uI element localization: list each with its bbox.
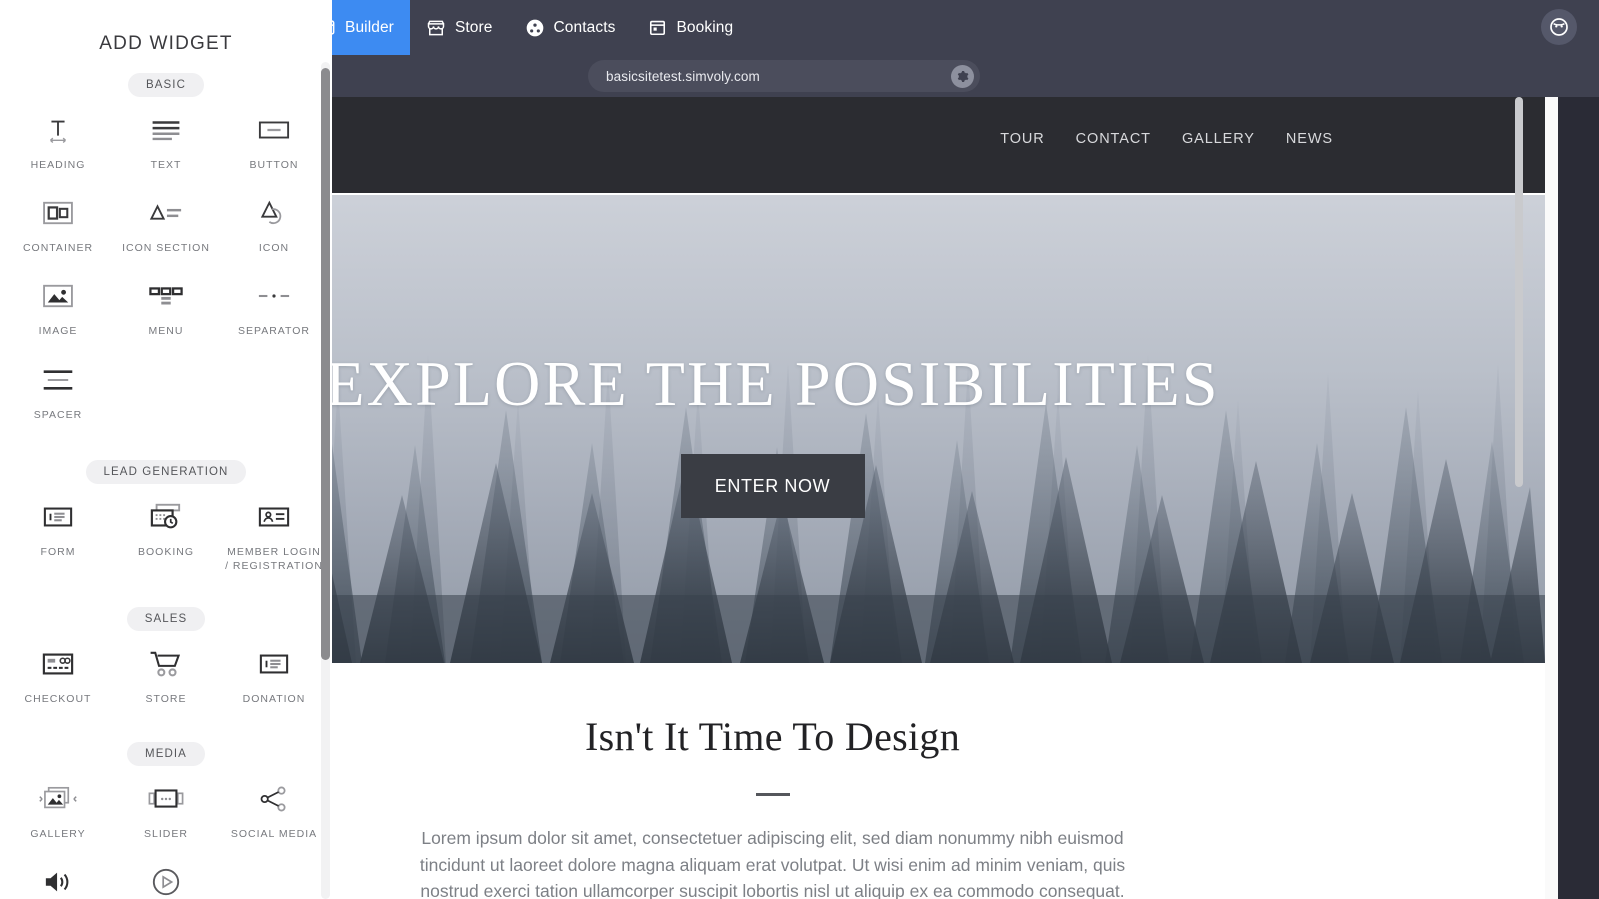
site-nav-item-contact[interactable]: CONTACT bbox=[1076, 131, 1151, 147]
group-label-lead-generation: LEAD GENERATION bbox=[85, 459, 247, 484]
preview-scrollbar-thumb[interactable] bbox=[1515, 97, 1523, 487]
widget-button[interactable]: BUTTON bbox=[220, 97, 328, 180]
shopping-cart-icon bbox=[149, 647, 183, 681]
widget-gallery-label: GALLERY bbox=[30, 828, 86, 841]
widget-booking[interactable]: BOOKING bbox=[112, 484, 220, 581]
member-login-icon bbox=[258, 500, 290, 534]
heading-icon bbox=[43, 113, 73, 147]
menu-icon bbox=[149, 279, 183, 313]
widget-video[interactable]: VIDEO bbox=[112, 849, 220, 899]
site-address-bar[interactable]: basicsitetest.simvoly.com bbox=[588, 60, 980, 92]
spacer-icon bbox=[42, 363, 74, 397]
widget-icon-label: ICON bbox=[258, 242, 290, 255]
contacts-icon bbox=[525, 18, 545, 38]
widget-spacer-label: SPACER bbox=[33, 408, 83, 421]
widget-audio[interactable]: AUDIO bbox=[4, 849, 112, 899]
hero-cta-button[interactable]: ENTER NOW bbox=[680, 454, 865, 518]
widget-menu-label: MENU bbox=[148, 325, 184, 338]
widget-social-media[interactable]: SOCIAL MEDIA bbox=[220, 766, 328, 849]
section-rule bbox=[755, 793, 790, 796]
widget-grid-sales: CHECKOUT STORE DONATION bbox=[0, 631, 332, 714]
credit-card-icon bbox=[42, 647, 74, 681]
tab-booking[interactable]: Booking bbox=[631, 0, 749, 55]
button-icon bbox=[258, 113, 290, 147]
widget-grid-basic: HEADING TEXT BUTTON CONTAINER ICON SECTI… bbox=[0, 97, 332, 430]
site-nav-menu: TOUR CONTACT GALLERY NEWS bbox=[1000, 131, 1333, 147]
widget-text-label: TEXT bbox=[150, 159, 182, 171]
widget-gallery[interactable]: GALLERY bbox=[4, 766, 112, 849]
widget-spacer[interactable]: SPACER bbox=[4, 347, 112, 430]
widget-image-label: IMAGE bbox=[38, 325, 78, 338]
widget-icon-section-label: ICON SECTION bbox=[122, 242, 210, 255]
panel-scrollbar-thumb[interactable] bbox=[321, 68, 330, 660]
widget-heading[interactable]: HEADING bbox=[4, 97, 112, 180]
share-nodes-icon bbox=[259, 782, 289, 816]
tab-booking-label: Booking bbox=[676, 18, 734, 36]
widget-separator[interactable]: SEPARATOR bbox=[220, 263, 328, 346]
text-lines-icon bbox=[151, 113, 181, 147]
widget-donation-label: DONATION bbox=[242, 693, 306, 706]
image-icon bbox=[42, 279, 74, 313]
tab-builder-label: Builder bbox=[345, 18, 394, 36]
canvas-right-gutter bbox=[1545, 97, 1558, 899]
widget-store[interactable]: STORE bbox=[112, 631, 220, 714]
booking-calendar-icon bbox=[647, 18, 667, 38]
widget-icon[interactable]: ICON bbox=[220, 180, 328, 263]
panel-title: ADD WIDGET bbox=[99, 33, 233, 54]
gallery-icon bbox=[38, 782, 78, 816]
widget-container[interactable]: CONTAINER bbox=[4, 180, 112, 263]
widget-icon-section[interactable]: ICON SECTION bbox=[112, 180, 220, 263]
group-label-basic: BASIC bbox=[127, 73, 204, 97]
play-circle-icon bbox=[151, 865, 181, 899]
widget-member-login[interactable]: MEMBER LOGIN / REGISTRATION bbox=[220, 484, 328, 581]
container-icon bbox=[42, 196, 74, 230]
widget-menu[interactable]: MENU bbox=[112, 263, 220, 346]
widget-slider-label: SLIDER bbox=[144, 828, 188, 841]
widget-separator-label: SEPARATOR bbox=[237, 325, 310, 338]
add-widget-panel: ADD WIDGET BASIC HEADING TEXT BUTTON CON… bbox=[0, 0, 332, 899]
widget-form[interactable]: FORM bbox=[4, 484, 112, 581]
tab-contacts-label: Contacts bbox=[553, 18, 616, 36]
widget-form-label: FORM bbox=[40, 545, 76, 558]
widget-button-label: BUTTON bbox=[249, 159, 299, 171]
widget-store-label: STORE bbox=[145, 693, 187, 706]
widget-booking-label: BOOKING bbox=[137, 545, 194, 558]
store-icon bbox=[426, 18, 446, 38]
user-avatar-icon[interactable] bbox=[1541, 9, 1577, 45]
site-nav-item-tour[interactable]: TOUR bbox=[1000, 131, 1044, 147]
widget-image[interactable]: IMAGE bbox=[4, 263, 112, 346]
preview-scrollbar[interactable] bbox=[1514, 97, 1524, 899]
speaker-icon bbox=[43, 865, 73, 899]
icon-shape-icon bbox=[259, 196, 289, 230]
widget-donation[interactable]: DONATION bbox=[220, 631, 328, 714]
group-label-sales: SALES bbox=[126, 607, 206, 632]
site-nav-item-news[interactable]: NEWS bbox=[1286, 131, 1333, 147]
widget-grid-lead-generation: FORM BOOKING MEMBER LOGIN / REGISTRATION bbox=[0, 484, 332, 581]
site-address-value[interactable]: basicsitetest.simvoly.com bbox=[606, 69, 951, 84]
group-label-media: MEDIA bbox=[127, 742, 205, 767]
widget-checkout-label: CHECKOUT bbox=[24, 693, 92, 706]
widget-checkout[interactable]: CHECKOUT bbox=[4, 631, 112, 714]
gear-icon[interactable] bbox=[951, 64, 974, 88]
widget-member-login-label: MEMBER LOGIN / REGISTRATION bbox=[225, 545, 323, 572]
separator-icon bbox=[257, 279, 291, 313]
tab-store[interactable]: Store bbox=[410, 0, 509, 55]
widget-heading-label: HEADING bbox=[30, 159, 86, 171]
widget-grid-media: GALLERY SLIDER SOCIAL MEDIA bbox=[0, 766, 332, 899]
slider-icon bbox=[148, 782, 184, 816]
tab-contacts[interactable]: Contacts bbox=[509, 0, 632, 55]
site-nav-item-gallery[interactable]: GALLERY bbox=[1182, 131, 1255, 147]
builder-screen: basicsitetest.simvoly.com e Design ON TO… bbox=[0, 0, 1599, 899]
section-body-text: Lorem ipsum dolor sit amet, consectetuer… bbox=[419, 828, 1126, 899]
widget-container-label: CONTAINER bbox=[22, 242, 94, 255]
tab-store-label: Store bbox=[454, 18, 493, 36]
booking-icon bbox=[150, 500, 182, 534]
widget-slider[interactable]: SLIDER bbox=[112, 766, 220, 849]
app-nav-tabs: Builder Store Contacts Booking bbox=[300, 0, 749, 55]
widget-text[interactable]: TEXT bbox=[112, 97, 220, 180]
widget-social-media-label: SOCIAL MEDIA bbox=[230, 828, 318, 841]
form-icon bbox=[43, 500, 73, 534]
icon-section-icon bbox=[149, 196, 183, 230]
donation-icon bbox=[259, 647, 289, 681]
